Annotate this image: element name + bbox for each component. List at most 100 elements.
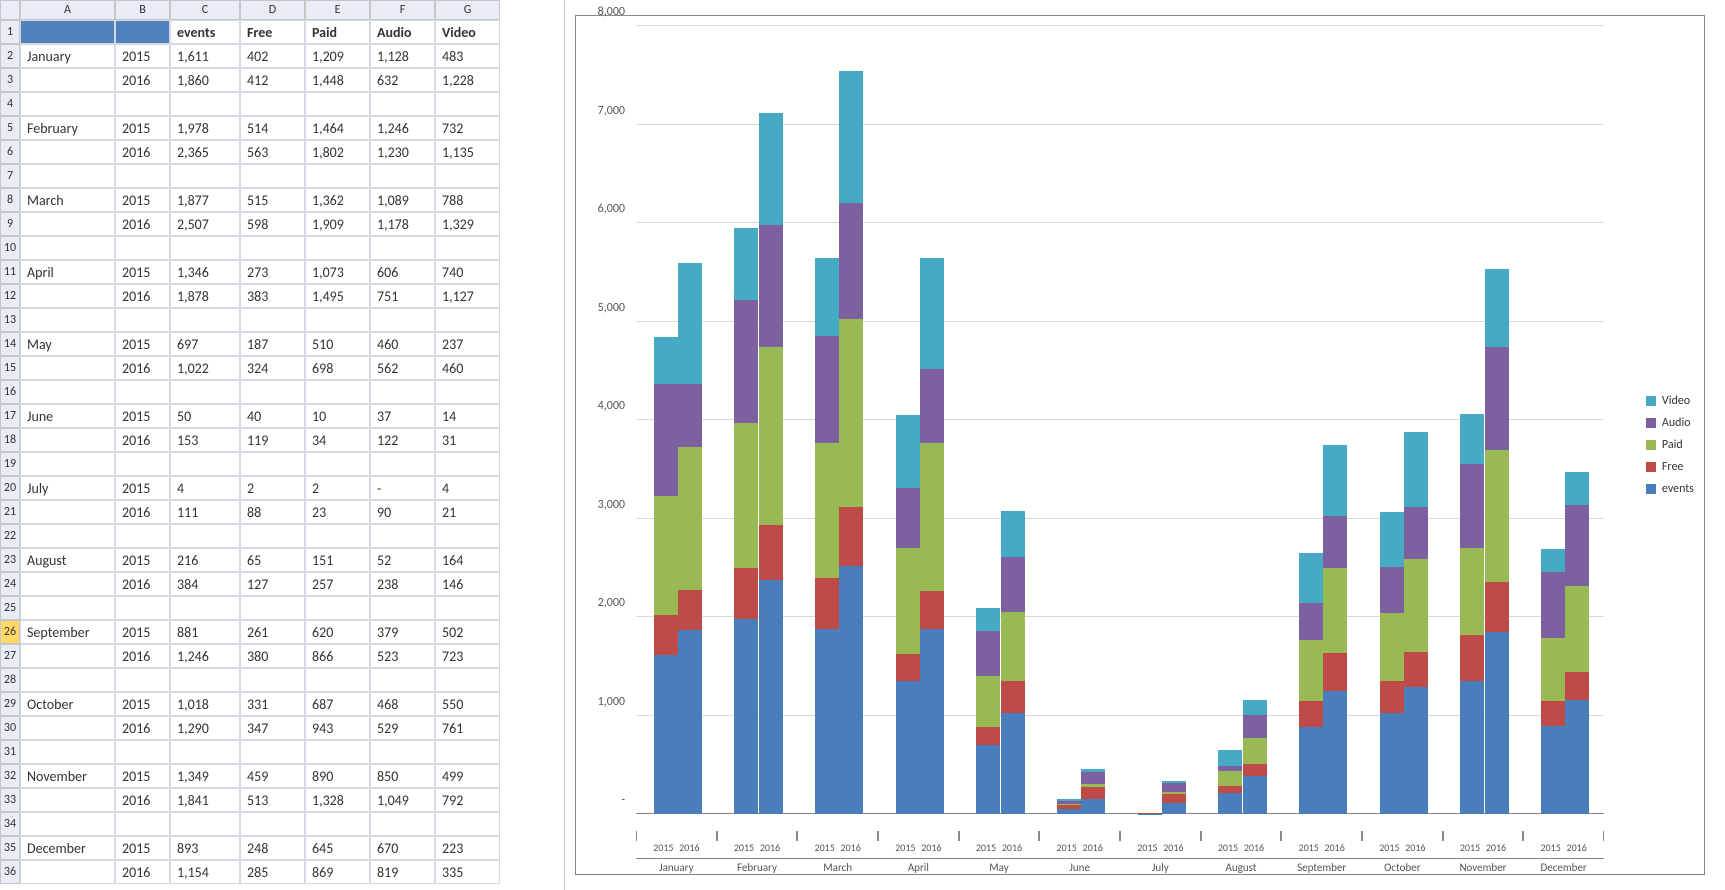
corner-cell[interactable] bbox=[0, 0, 20, 20]
cell-E11[interactable]: 1,073 bbox=[305, 260, 370, 284]
cell-A15[interactable] bbox=[20, 356, 115, 380]
cell-A3[interactable] bbox=[20, 68, 115, 92]
cell-G19[interactable] bbox=[435, 452, 500, 476]
row-header-13[interactable]: 13 bbox=[0, 308, 20, 332]
row-header-11[interactable]: 11 bbox=[0, 260, 20, 284]
cell-B26[interactable]: 2015 bbox=[115, 620, 170, 644]
cell-E3[interactable]: 1,448 bbox=[305, 68, 370, 92]
cell-B16[interactable] bbox=[115, 380, 170, 404]
row-header-7[interactable]: 7 bbox=[0, 164, 20, 188]
cell-F32[interactable]: 850 bbox=[370, 764, 435, 788]
cell-B14[interactable]: 2015 bbox=[115, 332, 170, 356]
cell-A9[interactable] bbox=[20, 212, 115, 236]
bar-November-2016[interactable] bbox=[1485, 269, 1509, 814]
bar-April-2016[interactable] bbox=[920, 258, 944, 814]
cell-A16[interactable] bbox=[20, 380, 115, 404]
cell-G14[interactable]: 237 bbox=[435, 332, 500, 356]
cell-D3[interactable]: 412 bbox=[240, 68, 305, 92]
cell-E8[interactable]: 1,362 bbox=[305, 188, 370, 212]
cell-E24[interactable]: 257 bbox=[305, 572, 370, 596]
cell-E15[interactable]: 698 bbox=[305, 356, 370, 380]
cell-G27[interactable]: 723 bbox=[435, 644, 500, 668]
col-header-G[interactable]: G bbox=[435, 0, 500, 20]
cell-D28[interactable] bbox=[240, 668, 305, 692]
cell-B23[interactable]: 2015 bbox=[115, 548, 170, 572]
cell-A2[interactable]: January bbox=[20, 44, 115, 68]
col-header-B[interactable]: B bbox=[115, 0, 170, 20]
cell-A32[interactable]: November bbox=[20, 764, 115, 788]
cell-A14[interactable]: May bbox=[20, 332, 115, 356]
bar-June-2016[interactable] bbox=[1081, 769, 1105, 814]
cell-C12[interactable]: 1,878 bbox=[170, 284, 240, 308]
cell-G15[interactable]: 460 bbox=[435, 356, 500, 380]
row-header-12[interactable]: 12 bbox=[0, 284, 20, 308]
cell-E26[interactable]: 620 bbox=[305, 620, 370, 644]
cell-B5[interactable]: 2015 bbox=[115, 116, 170, 140]
cell-F23[interactable]: 52 bbox=[370, 548, 435, 572]
cell-E5[interactable]: 1,464 bbox=[305, 116, 370, 140]
cell-D14[interactable]: 187 bbox=[240, 332, 305, 356]
cell-C2[interactable]: 1,611 bbox=[170, 44, 240, 68]
cell-E20[interactable]: 2 bbox=[305, 476, 370, 500]
cell-B32[interactable]: 2015 bbox=[115, 764, 170, 788]
cell-F13[interactable] bbox=[370, 308, 435, 332]
cell-B10[interactable] bbox=[115, 236, 170, 260]
cell-E23[interactable]: 151 bbox=[305, 548, 370, 572]
cell-F6[interactable]: 1,230 bbox=[370, 140, 435, 164]
cell-D30[interactable]: 347 bbox=[240, 716, 305, 740]
cell-B4[interactable] bbox=[115, 92, 170, 116]
legend-item-events[interactable]: events bbox=[1646, 482, 1694, 496]
cell-E1[interactable]: Paid bbox=[305, 20, 370, 44]
cell-A26[interactable]: September bbox=[20, 620, 115, 644]
bar-October-2016[interactable] bbox=[1404, 432, 1428, 814]
cell-C10[interactable] bbox=[170, 236, 240, 260]
row-header-35[interactable]: 35 bbox=[0, 836, 20, 860]
legend-item-Audio[interactable]: Audio bbox=[1646, 416, 1694, 430]
cell-B27[interactable]: 2016 bbox=[115, 644, 170, 668]
cell-D21[interactable]: 88 bbox=[240, 500, 305, 524]
cell-D25[interactable] bbox=[240, 596, 305, 620]
cell-C13[interactable] bbox=[170, 308, 240, 332]
cell-A19[interactable] bbox=[20, 452, 115, 476]
cell-G9[interactable]: 1,329 bbox=[435, 212, 500, 236]
cell-C28[interactable] bbox=[170, 668, 240, 692]
cell-B11[interactable]: 2015 bbox=[115, 260, 170, 284]
cell-G17[interactable]: 14 bbox=[435, 404, 500, 428]
cell-C17[interactable]: 50 bbox=[170, 404, 240, 428]
cell-G31[interactable] bbox=[435, 740, 500, 764]
cell-G13[interactable] bbox=[435, 308, 500, 332]
cell-B9[interactable]: 2016 bbox=[115, 212, 170, 236]
row-header-22[interactable]: 22 bbox=[0, 524, 20, 548]
legend-item-Video[interactable]: Video bbox=[1646, 394, 1694, 408]
cell-A10[interactable] bbox=[20, 236, 115, 260]
row-header-36[interactable]: 36 bbox=[0, 860, 20, 884]
bar-February-2015[interactable] bbox=[734, 228, 758, 814]
cell-A23[interactable]: August bbox=[20, 548, 115, 572]
cell-F21[interactable]: 90 bbox=[370, 500, 435, 524]
bar-August-2016[interactable] bbox=[1243, 700, 1267, 814]
cell-E22[interactable] bbox=[305, 524, 370, 548]
bar-April-2015[interactable] bbox=[896, 415, 920, 814]
row-header-17[interactable]: 17 bbox=[0, 404, 20, 428]
cell-E16[interactable] bbox=[305, 380, 370, 404]
cell-B19[interactable] bbox=[115, 452, 170, 476]
cell-F1[interactable]: Audio bbox=[370, 20, 435, 44]
cell-C3[interactable]: 1,860 bbox=[170, 68, 240, 92]
cell-C30[interactable]: 1,290 bbox=[170, 716, 240, 740]
row-header-24[interactable]: 24 bbox=[0, 572, 20, 596]
cell-B31[interactable] bbox=[115, 740, 170, 764]
cell-B35[interactable]: 2015 bbox=[115, 836, 170, 860]
cell-G28[interactable] bbox=[435, 668, 500, 692]
bar-September-2016[interactable] bbox=[1323, 445, 1347, 814]
col-header-C[interactable]: C bbox=[170, 0, 240, 20]
cell-B1[interactable] bbox=[115, 20, 170, 44]
cell-E10[interactable] bbox=[305, 236, 370, 260]
col-header-D[interactable]: D bbox=[240, 0, 305, 20]
cell-B7[interactable] bbox=[115, 164, 170, 188]
cell-G10[interactable] bbox=[435, 236, 500, 260]
cell-D2[interactable]: 402 bbox=[240, 44, 305, 68]
cell-A24[interactable] bbox=[20, 572, 115, 596]
cell-A27[interactable] bbox=[20, 644, 115, 668]
cell-A22[interactable] bbox=[20, 524, 115, 548]
bar-October-2015[interactable] bbox=[1380, 512, 1404, 814]
